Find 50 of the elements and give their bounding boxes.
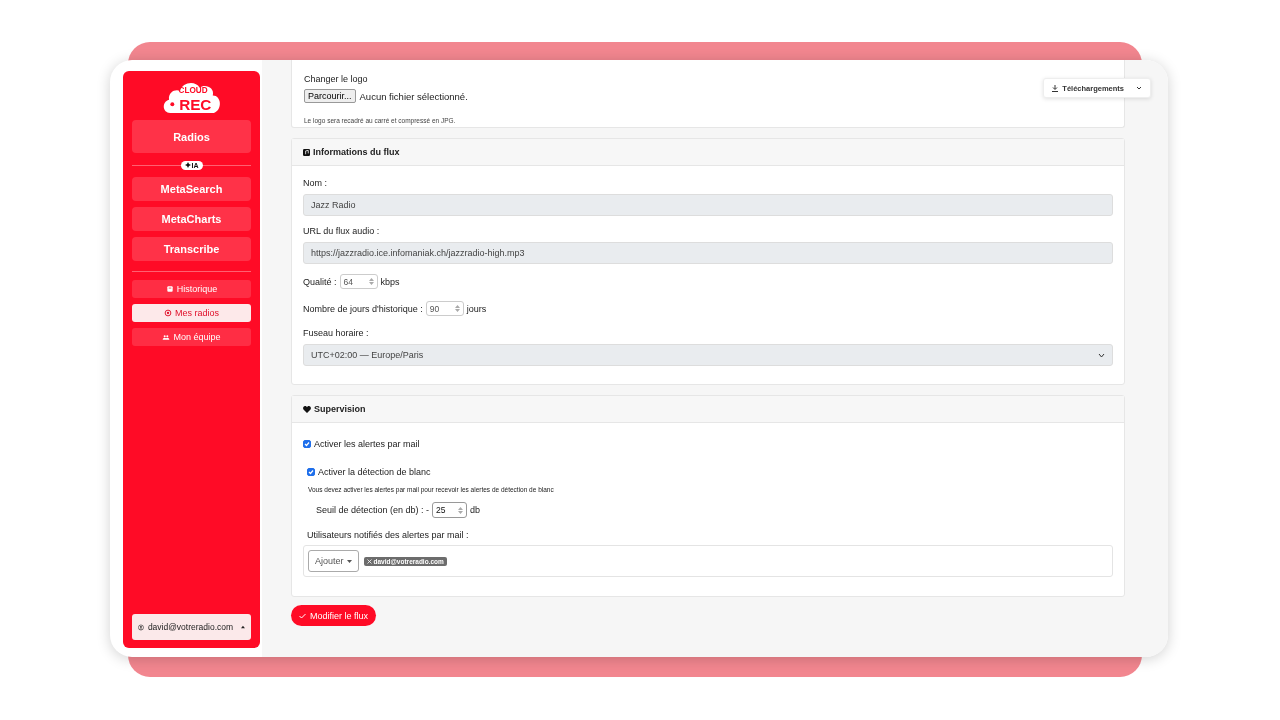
user-menu-button[interactable]: david@votreradio.com [132,614,251,640]
url-field[interactable]: https://jazzradio.ice.infomaniak.ch/jazzradio-high.mp3 [303,242,1113,264]
field-label: Nom : [303,178,328,188]
section-header: Informations du flux [292,139,1124,166]
close-icon[interactable] [366,558,372,564]
unit-label: db [470,505,481,515]
unit-label: kbps [380,276,400,287]
history-days-field[interactable]: 90 [425,301,464,316]
field-label: Changer le logo [304,74,369,84]
ai-nav-button[interactable]: MetaCharts [132,207,251,231]
target-icon [164,309,172,317]
check-icon [299,612,306,619]
download-icon [1052,84,1059,92]
browse-button[interactable]: Parcourir... [304,89,356,103]
add-dropdown-button[interactable]: Ajouter [308,550,359,572]
unit-label: jours [466,303,487,314]
timezone-select[interactable]: UTC+02:00 — Europe/Paris [303,344,1113,366]
section-header: Supervision [292,396,1124,423]
caret-icon [346,559,352,563]
spinner-arrows-icon [368,277,374,286]
checkbox[interactable] [307,468,315,476]
field-label: Nombre de jours d'historique : [303,303,423,314]
ai-nav-button[interactable]: MetaSearch [132,177,251,201]
spinner-arrows-icon [454,304,460,313]
field-label: Qualité : [303,276,337,287]
checkbox[interactable] [303,440,311,448]
radios-nav-button[interactable]: Radios [132,120,251,153]
user-icon [138,622,144,632]
field-label: Utilisateurs notifiés des alertes par mail : [307,530,470,540]
spinner-arrows-icon [458,505,464,515]
nav-item[interactable]: Mes radios [132,304,251,322]
ai-nav-button[interactable]: Transcribe [132,237,251,261]
field-label: URL du flux audio : [303,226,381,236]
threshold-field[interactable]: 25 [432,502,468,518]
caret-icon [241,625,245,629]
file-status: Aucun fichier sélectionné. [359,90,468,102]
nav-item[interactable]: Historique [132,280,251,298]
field-label: Seuil de détection (en db) : - [316,505,430,515]
people-icon [162,333,171,341]
heart-icon [303,405,311,413]
field-label: Fuseau horaire : [303,328,370,338]
calendar-icon [165,285,174,293]
checkbox-option[interactable]: Activer la détection de blanc [307,467,1113,477]
nav-item[interactable]: Mon équipe [132,328,251,346]
chevron-down-icon [1136,86,1142,90]
checkbox-option[interactable]: Activer les alertes par mail [303,439,1113,449]
name-field[interactable]: Jazz Radio [303,194,1113,216]
submit-button[interactable]: Modifier le flux [291,605,377,626]
quality-field[interactable]: 64 [339,274,378,289]
chevron-down-icon [1098,352,1105,358]
